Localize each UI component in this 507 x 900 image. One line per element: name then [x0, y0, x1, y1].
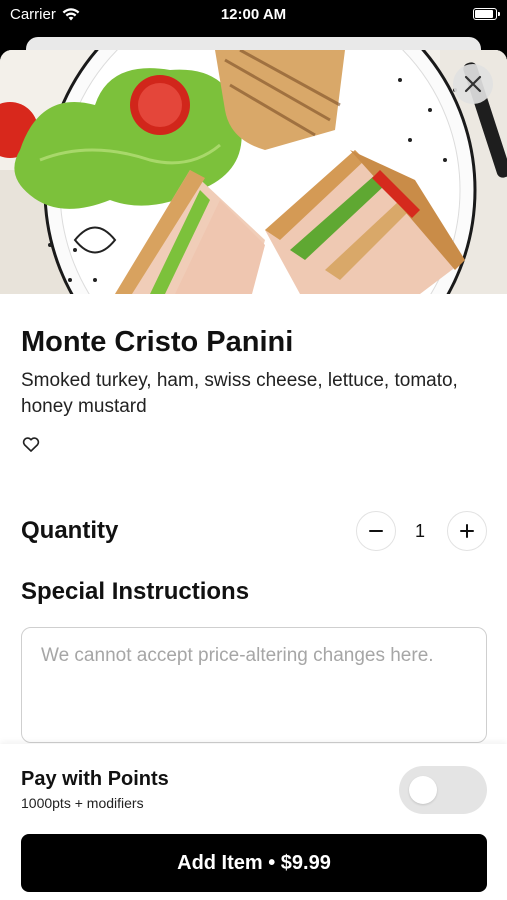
special-instructions-input[interactable]: We cannot accept price-altering changes …: [21, 627, 487, 743]
sandwich-illustration: [0, 50, 507, 294]
heart-icon[interactable]: [21, 434, 41, 454]
pay-with-points-label: Pay with Points: [21, 768, 169, 790]
status-time: 12:00 AM: [220, 6, 287, 23]
toggle-knob: [409, 776, 437, 804]
add-item-button[interactable]: Add Item • $9.99: [21, 834, 487, 892]
minus-icon: [369, 530, 383, 532]
item-title: Monte Cristo Panini: [21, 326, 294, 358]
quantity-label: Quantity: [21, 517, 119, 544]
quantity-increment-button[interactable]: [447, 511, 487, 551]
item-description: Smoked turkey, ham, swiss cheese, lettuc…: [21, 370, 458, 417]
item-hero-image: [0, 50, 507, 294]
special-instructions-placeholder: We cannot accept price-altering changes …: [41, 645, 434, 666]
plus-icon: [460, 524, 474, 538]
status-bar: Carrier 12:00 AM: [0, 0, 507, 30]
close-button[interactable]: [453, 64, 493, 104]
close-icon: [464, 75, 482, 93]
pay-with-points-toggle[interactable]: [399, 766, 487, 814]
pay-with-points-subtext: 1000pts + modifiers: [21, 795, 144, 811]
battery-icon: [473, 8, 500, 20]
checkout-footer: Pay with Points 1000pts + modifiers Add …: [0, 744, 507, 900]
item-detail-sheet: Monte Cristo Panini Smoked turkey, ham, …: [0, 50, 507, 900]
quantity-value: 1: [414, 521, 425, 541]
quantity-decrement-button[interactable]: [356, 511, 396, 551]
add-item-label: Add Item • $9.99: [177, 851, 331, 874]
special-instructions-label: Special Instructions: [21, 578, 250, 605]
